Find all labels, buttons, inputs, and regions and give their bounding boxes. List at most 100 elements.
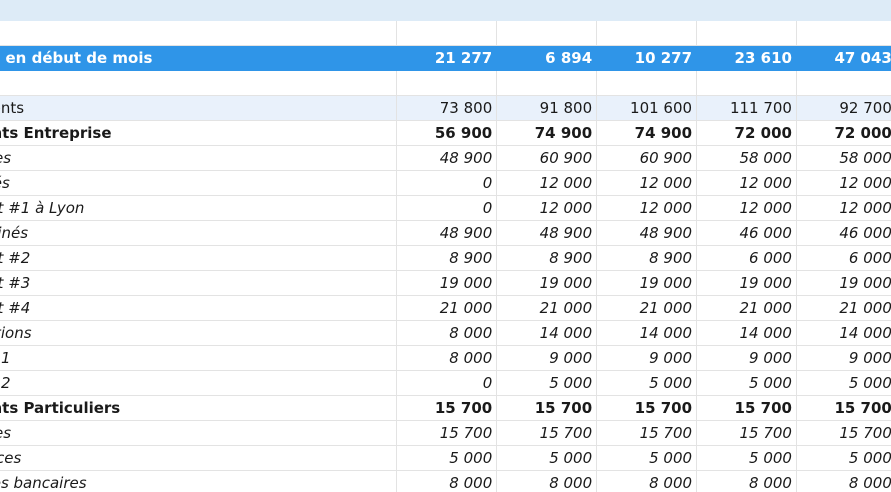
value-cell[interactable]: 74 900 (496, 120, 598, 146)
row-label-cell[interactable]: Espèces (0, 445, 398, 471)
value-cell[interactable]: 5 000 (696, 370, 797, 396)
row-label-cell[interactable]: rerie en début de mois (0, 45, 398, 71)
value-cell[interactable]: 5 000 (796, 445, 891, 471)
value-cell[interactable]: 8 000 (796, 470, 891, 492)
value-cell[interactable]: 21 000 (796, 295, 891, 321)
row-label-cell[interactable]: Client #3 (0, 270, 398, 296)
value-cell[interactable]: 60 900 (596, 145, 698, 171)
value-cell[interactable]: 19 000 (596, 270, 698, 296)
value-cell[interactable]: 46 000 (696, 220, 797, 246)
row-label-cell[interactable]: Client #1 à Lyon (0, 195, 398, 221)
value-cell[interactable]: 58 000 (796, 145, 891, 171)
value-cell[interactable] (496, 21, 598, 46)
value-cell[interactable]: 8 900 (596, 245, 698, 271)
value-cell[interactable]: 5 000 (596, 445, 698, 471)
value-cell[interactable]: 9 000 (696, 345, 797, 371)
value-cell[interactable]: 15 700 (796, 395, 891, 421)
value-cell[interactable]: 14 000 (596, 320, 698, 346)
value-cell[interactable]: 21 000 (396, 295, 498, 321)
row-label-cell[interactable]: sements (0, 95, 398, 121)
value-cell[interactable]: 8 000 (396, 345, 498, 371)
value-cell[interactable]: 19 000 (796, 270, 891, 296)
value-cell[interactable]: 15 700 (396, 395, 498, 421)
row-label-cell[interactable]: Locations (0, 320, 398, 346)
value-cell[interactable]: 15 700 (696, 420, 797, 446)
value-cell[interactable]: 21 000 (596, 295, 698, 321)
value-cell[interactable] (696, 21, 797, 46)
row-label-cell[interactable]: Clients Entreprise (0, 120, 398, 146)
row-label-cell[interactable]: Terminés (0, 220, 398, 246)
row-label-cell[interactable] (0, 70, 398, 96)
value-cell[interactable]: 8 900 (396, 245, 498, 271)
value-cell[interactable]: 47 043 (796, 45, 891, 71)
value-cell[interactable]: 72 000 (796, 120, 891, 146)
row-label-cell[interactable]: Ventes (0, 145, 398, 171)
value-cell[interactable]: 21 000 (496, 295, 598, 321)
value-cell[interactable]: 6 000 (696, 245, 797, 271)
value-cell[interactable]: 12 000 (696, 195, 797, 221)
value-cell[interactable]: 14 000 (496, 320, 598, 346)
value-cell[interactable]: 19 000 (496, 270, 598, 296)
value-cell[interactable]: 14 000 (696, 320, 797, 346)
value-cell[interactable]: 5 000 (596, 370, 698, 396)
value-cell[interactable]: 12 000 (796, 170, 891, 196)
value-cell[interactable]: 9 000 (496, 345, 598, 371)
row-label-cell[interactable]: Signés (0, 170, 398, 196)
value-cell[interactable]: 15 700 (496, 420, 598, 446)
value-cell[interactable]: 46 000 (796, 220, 891, 246)
row-label-cell[interactable]: Clients Particuliers (0, 395, 398, 421)
value-cell[interactable]: 8 900 (496, 245, 598, 271)
value-cell[interactable]: 8 000 (496, 470, 598, 492)
value-cell[interactable]: 92 700 (796, 95, 891, 121)
value-cell[interactable]: 12 000 (596, 170, 698, 196)
value-cell[interactable] (596, 70, 698, 96)
row-label-cell[interactable]: Client #2 (0, 245, 398, 271)
row-label-cell[interactable]: Salle 2 (0, 370, 398, 396)
value-cell[interactable]: 12 000 (496, 170, 598, 196)
value-cell[interactable]: 21 000 (696, 295, 797, 321)
value-cell[interactable]: 0 (396, 195, 498, 221)
value-cell[interactable]: 5 000 (496, 370, 598, 396)
value-cell[interactable]: 56 900 (396, 120, 498, 146)
value-cell[interactable]: 15 700 (796, 420, 891, 446)
value-cell[interactable] (596, 21, 698, 46)
value-cell[interactable]: 12 000 (496, 195, 598, 221)
row-label-cell[interactable]: Ventes (0, 420, 398, 446)
value-cell[interactable]: 48 900 (496, 220, 598, 246)
row-label-cell[interactable]: Cartes bancaires (0, 470, 398, 492)
value-cell[interactable]: 73 800 (396, 95, 498, 121)
row-label-cell[interactable]: Salle 1 (0, 345, 398, 371)
value-cell[interactable]: 5 000 (396, 445, 498, 471)
value-cell[interactable]: 19 000 (396, 270, 498, 296)
value-cell[interactable]: 12 000 (696, 170, 797, 196)
value-cell[interactable]: 12 000 (596, 195, 698, 221)
value-cell[interactable]: 74 900 (596, 120, 698, 146)
value-cell[interactable]: 5 000 (796, 370, 891, 396)
value-cell[interactable]: 21 277 (396, 45, 498, 71)
value-cell[interactable]: 9 000 (596, 345, 698, 371)
value-cell[interactable]: 0 (396, 170, 498, 196)
value-cell[interactable]: 60 900 (496, 145, 598, 171)
row-label-cell[interactable]: Client #4 (0, 295, 398, 321)
value-cell[interactable]: 91 800 (496, 95, 598, 121)
value-cell[interactable]: 0 (396, 370, 498, 396)
value-cell[interactable] (696, 70, 797, 96)
value-cell[interactable]: 23 610 (696, 45, 797, 71)
value-cell[interactable]: 8 000 (596, 470, 698, 492)
value-cell[interactable]: 15 700 (596, 420, 698, 446)
value-cell[interactable]: 58 000 (696, 145, 797, 171)
value-cell[interactable]: 8 000 (396, 470, 498, 492)
value-cell[interactable]: 10 277 (596, 45, 698, 71)
value-cell[interactable]: 8 000 (396, 320, 498, 346)
value-cell[interactable]: 19 000 (696, 270, 797, 296)
value-cell[interactable]: 111 700 (696, 95, 797, 121)
value-cell[interactable]: 15 700 (596, 395, 698, 421)
value-cell[interactable]: 15 700 (496, 395, 598, 421)
value-cell[interactable]: 48 900 (596, 220, 698, 246)
value-cell[interactable]: 12 000 (796, 195, 891, 221)
value-cell[interactable]: 72 000 (696, 120, 797, 146)
value-cell[interactable] (396, 70, 498, 96)
value-cell[interactable]: 15 700 (396, 420, 498, 446)
value-cell[interactable] (796, 70, 891, 96)
value-cell[interactable]: 6 894 (496, 45, 598, 71)
